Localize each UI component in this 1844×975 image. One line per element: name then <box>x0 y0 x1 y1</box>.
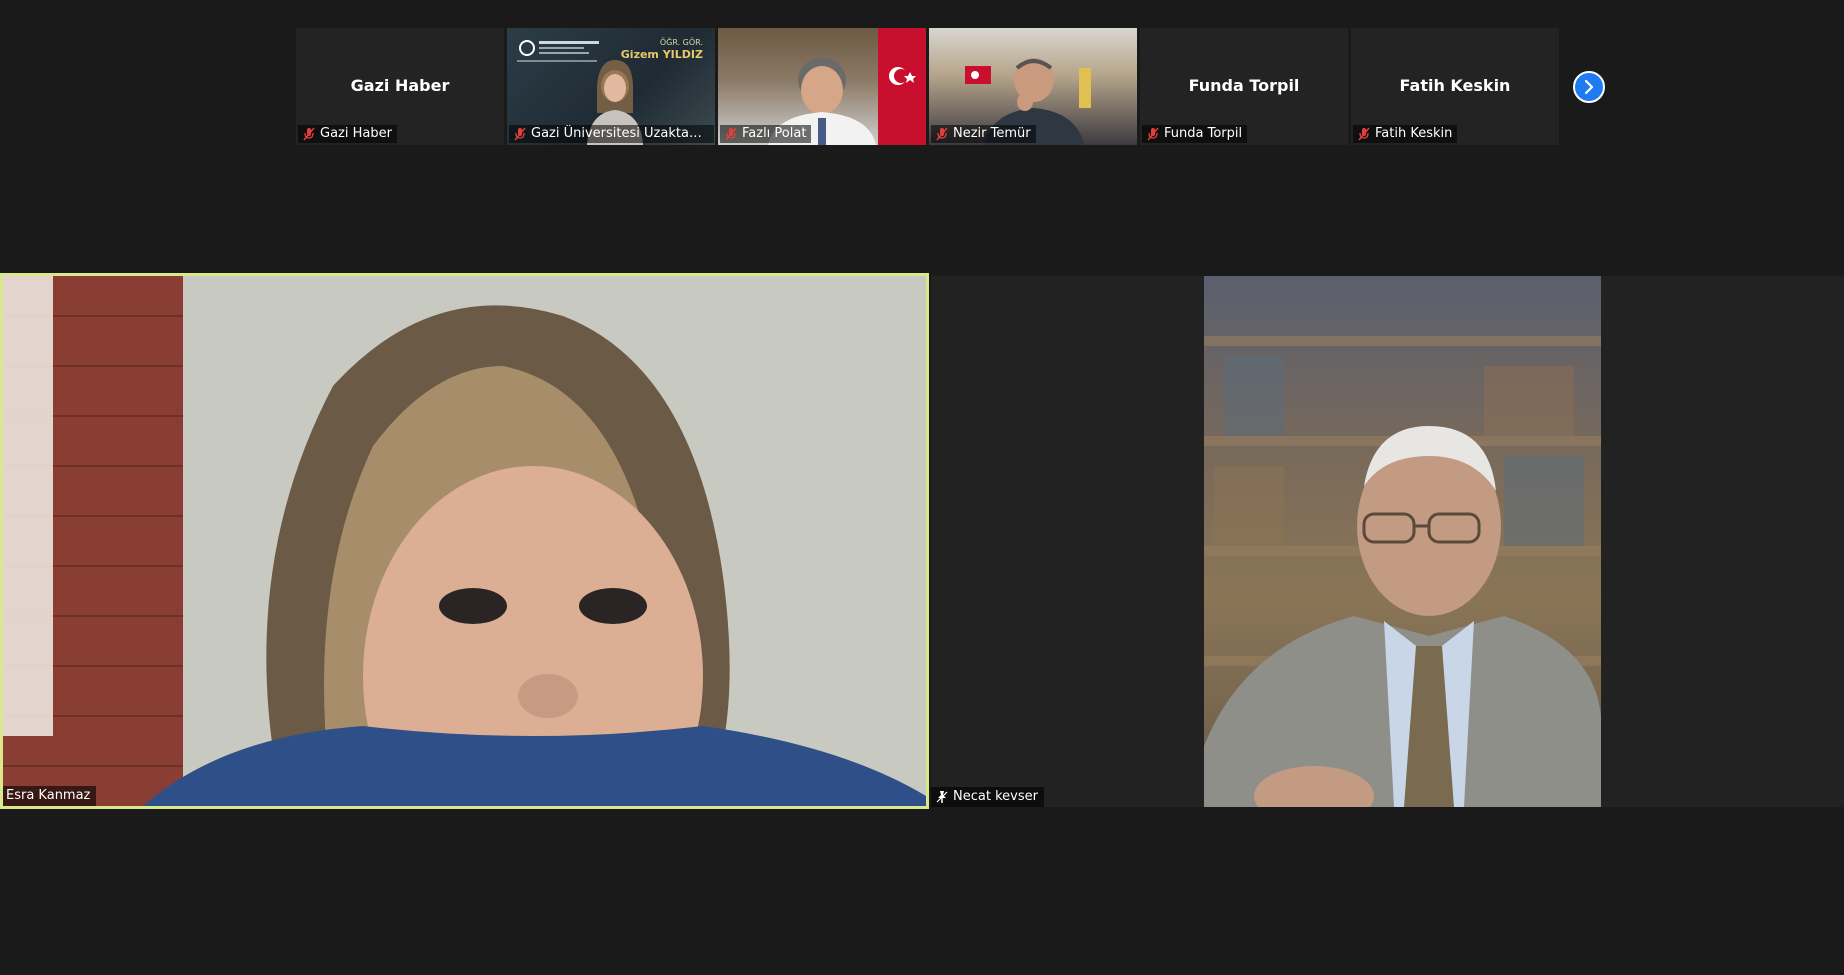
participant-display-name: Funda Torpil <box>1188 76 1300 95</box>
participant-thumb-gazi-uzaktan[interactable]: ÖĞR. GÖR. Gizem YILDIZ Gazi Üniversitesi… <box>507 28 715 145</box>
participant-label: Nezir Temür <box>931 125 1036 143</box>
participant-label: Gazi Üniversitesi Uzaktan Eğiti... <box>509 125 714 143</box>
participant-thumb-nezir-temur[interactable]: Nezir Temür <box>929 28 1137 145</box>
participant-thumb-gazi-haber[interactable]: Gazi Haber Gazi Haber <box>296 28 504 145</box>
participant-label: Fazlı Polat <box>720 125 812 143</box>
participant-name-label: Esra Kanmaz <box>3 786 97 806</box>
participant-thumb-fatih-keskin[interactable]: Fatih Keskin Fatih Keskin <box>1351 28 1559 145</box>
mic-muted-icon <box>936 127 948 141</box>
participant-label: Gazi Haber <box>298 125 397 143</box>
participant-name-label: Necat kevser <box>931 787 1044 807</box>
participant-strip: Gazi Haber Gazi Haber ÖĞR. GÖR. Gizem YI… <box>296 28 1559 145</box>
mic-muted-icon <box>1358 127 1370 141</box>
overlay-name: Gizem YILDIZ <box>620 48 703 61</box>
participant-label: Funda Torpil <box>1142 125 1248 143</box>
video-tile-participant[interactable]: Necat kevser <box>931 276 1844 807</box>
participant-display-name: Fatih Keskin <box>1399 76 1511 95</box>
mic-muted-icon <box>1147 127 1159 141</box>
video-feed <box>1204 276 1601 807</box>
meeting-gallery-view: Gazi Haber Gazi Haber ÖĞR. GÖR. Gizem YI… <box>0 0 1844 975</box>
participant-label: Fatih Keskin <box>1353 125 1458 143</box>
mic-muted-icon <box>514 127 526 141</box>
mic-muted-icon <box>303 127 315 141</box>
video-feed <box>3 276 926 806</box>
mic-muted-icon <box>725 127 737 141</box>
video-tile-active-speaker[interactable]: Esra Kanmaz <box>0 273 929 809</box>
next-page-button[interactable] <box>1573 71 1605 103</box>
overlay-title: ÖĞR. GÖR. <box>659 38 703 47</box>
participant-display-name: Gazi Haber <box>350 76 450 95</box>
participant-thumb-fazli-polat[interactable]: Fazlı Polat <box>718 28 926 145</box>
pin-icon <box>936 791 948 803</box>
chevron-right-icon <box>1584 79 1594 95</box>
participant-thumb-funda-torpil[interactable]: Funda Torpil Funda Torpil <box>1140 28 1348 145</box>
